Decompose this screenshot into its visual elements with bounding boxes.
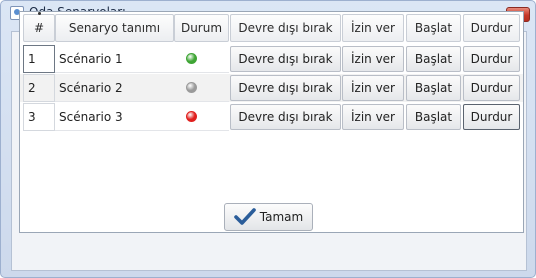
dialog-footer: Tamam	[1, 201, 515, 239]
allow-button[interactable]: İzin ver	[342, 104, 404, 130]
status-cell	[174, 103, 229, 131]
column-header-stop[interactable]: Durdur	[463, 14, 520, 42]
status-indicator-gray-icon	[186, 82, 197, 93]
allow-button[interactable]: İzin ver	[342, 46, 404, 72]
ok-button[interactable]: Tamam	[224, 203, 313, 231]
status-cell	[174, 74, 229, 102]
scenario-table: # Senaryo tanımı Durum Devre dışı bırak …	[19, 11, 524, 233]
sort-indicator-icon	[38, 12, 41, 15]
dialog-window: Oda Senaryoları # Senaryo tanımı Durum D…	[0, 0, 536, 278]
stop-button[interactable]: Durdur	[463, 104, 520, 130]
table-row[interactable]: 1 Scénario 1 Devre dışı bırak İzin ver B…	[20, 45, 523, 73]
row-number: 3	[23, 103, 55, 131]
scenario-name: Scénario 1	[55, 45, 174, 73]
row-number: 1	[23, 45, 55, 73]
disable-button[interactable]: Devre dışı bırak	[230, 104, 341, 130]
row-number: 2	[23, 74, 55, 102]
column-header-label: #	[33, 21, 45, 35]
allow-button[interactable]: İzin ver	[342, 75, 404, 101]
table-header: # Senaryo tanımı Durum Devre dışı bırak …	[20, 12, 523, 42]
status-indicator-red-icon	[186, 111, 197, 122]
stop-button[interactable]: Durdur	[463, 46, 520, 72]
ok-button-label: Tamam	[259, 210, 304, 224]
start-button[interactable]: Başlat	[406, 46, 461, 72]
column-header-name[interactable]: Senaryo tanımı	[55, 14, 174, 42]
stop-button[interactable]: Durdur	[463, 75, 520, 101]
table-row[interactable]: 3 Scénario 3 Devre dışı bırak İzin ver B…	[20, 103, 523, 131]
start-button[interactable]: Başlat	[406, 75, 461, 101]
checkmark-icon	[233, 208, 256, 225]
status-indicator-green-icon	[186, 53, 197, 64]
column-header-allow[interactable]: İzin ver	[342, 14, 404, 42]
table-row[interactable]: 2 Scénario 2 Devre dışı bırak İzin ver B…	[20, 74, 523, 102]
disable-button[interactable]: Devre dışı bırak	[230, 75, 341, 101]
disable-button[interactable]: Devre dışı bırak	[230, 46, 341, 72]
scenario-name: Scénario 3	[55, 103, 174, 131]
column-header-status[interactable]: Durum	[174, 14, 229, 42]
status-cell	[174, 45, 229, 73]
column-header-number[interactable]: #	[23, 12, 55, 42]
column-header-disable[interactable]: Devre dışı bırak	[230, 14, 341, 42]
scenario-name: Scénario 2	[55, 74, 174, 102]
start-button[interactable]: Başlat	[406, 104, 461, 130]
column-header-start[interactable]: Başlat	[406, 14, 461, 42]
